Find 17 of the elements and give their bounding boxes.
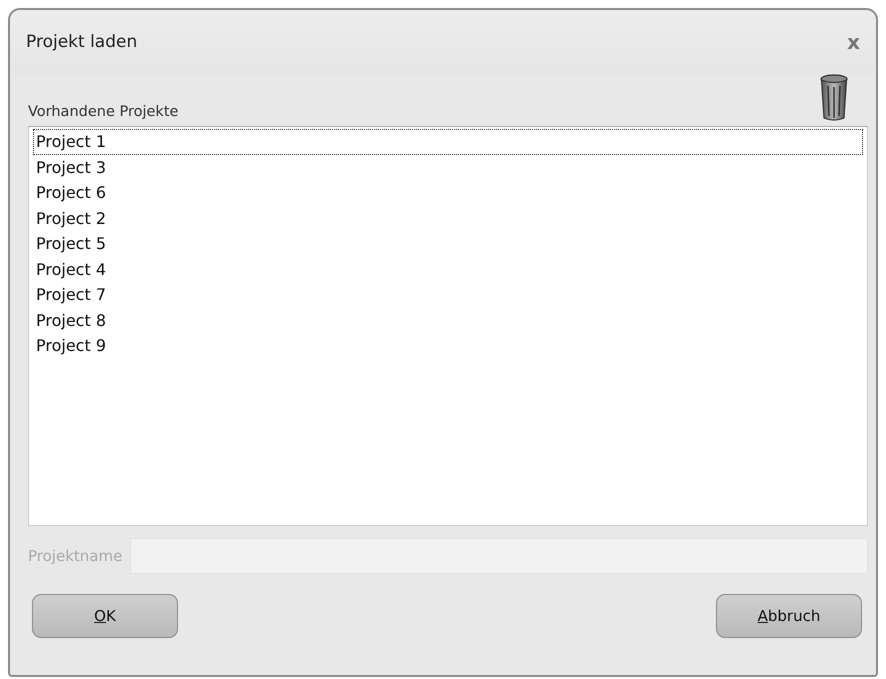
window-title: Projekt laden <box>26 32 138 52</box>
list-item[interactable]: Project 6 <box>33 180 863 206</box>
close-button[interactable]: x <box>843 30 864 54</box>
list-item[interactable]: Project 3 <box>33 154 863 180</box>
project-list[interactable]: Project 1 Project 3 Project 6 Project 2 Project 5 Project 4 Project 7 Project 8 Project 9 <box>28 126 868 526</box>
list-item[interactable]: Project 7 <box>33 282 863 308</box>
list-item[interactable]: Project 9 <box>33 333 863 358</box>
list-item[interactable]: Project 8 <box>33 308 863 333</box>
list-item[interactable]: Project 1 <box>33 129 863 154</box>
dialog-button[interactable]: OK <box>32 594 178 638</box>
list-item[interactable]: Project 4 <box>33 256 863 282</box>
dialog-button[interactable]: Abbruch <box>716 594 862 638</box>
list-item[interactable]: Project 2 <box>33 206 863 231</box>
trash-can-icon[interactable] <box>820 74 848 122</box>
field-label: Projektname <box>28 547 122 565</box>
list-label: Vorhandene Projekte <box>28 104 178 122</box>
list-item[interactable]: Project 5 <box>33 231 863 256</box>
